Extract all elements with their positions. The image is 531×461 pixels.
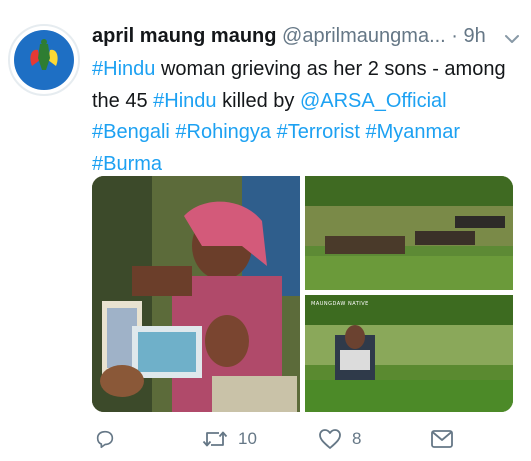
- mention-link[interactable]: @ARSA_Official: [300, 90, 447, 112]
- tweet-header: april maung maung @aprilmaungma... · 9h: [92, 25, 523, 51]
- chevron-down-icon[interactable]: [503, 30, 521, 48]
- separator: ·: [451, 25, 458, 47]
- hashtag-link[interactable]: #Burma: [92, 153, 162, 175]
- hashtag-link[interactable]: #Terrorist: [277, 121, 360, 143]
- hashtag-link[interactable]: #Myanmar: [366, 121, 460, 143]
- avatar[interactable]: [8, 24, 80, 96]
- tweet-photo-2[interactable]: [305, 176, 513, 290]
- author-handle[interactable]: @aprilmaungma...: [282, 25, 446, 47]
- hashtag-link[interactable]: #Hindu: [153, 90, 216, 112]
- tweet-photo-3[interactable]: MAUNGDAW NATIVE: [305, 295, 513, 412]
- timestamp[interactable]: 9h: [464, 25, 486, 47]
- like-icon: [319, 429, 341, 449]
- tweet-actions: 10 8: [92, 425, 512, 455]
- tweet-text-fragment: killed by: [216, 89, 300, 112]
- photo-woman-grieving: [92, 176, 300, 412]
- retweet-button[interactable]: 10: [202, 425, 257, 453]
- photo-field-top: [305, 176, 513, 290]
- direct-message-icon: [431, 430, 453, 448]
- like-button[interactable]: 8: [318, 425, 361, 453]
- author-name[interactable]: april maung maung: [92, 25, 276, 47]
- retweet-icon: [202, 431, 228, 447]
- reply-button[interactable]: [94, 425, 126, 453]
- photo-field-bottom: [305, 295, 513, 412]
- hashtag-link[interactable]: #Hindu: [92, 58, 155, 80]
- like-count: 8: [352, 429, 362, 448]
- hashtag-link[interactable]: #Rohingya: [175, 121, 271, 143]
- direct-message-button[interactable]: [430, 425, 454, 453]
- reply-icon: [96, 430, 114, 449]
- retweet-count: 10: [238, 429, 257, 448]
- avatar-logo-icon: [30, 39, 58, 70]
- hashtag-link[interactable]: #Bengali: [92, 121, 170, 143]
- tweet-text: #Hindu woman grieving as her 2 sons - am…: [92, 54, 512, 180]
- photo-watermark: MAUNGDAW NATIVE: [311, 301, 369, 307]
- tweet-photo-1[interactable]: [92, 176, 300, 412]
